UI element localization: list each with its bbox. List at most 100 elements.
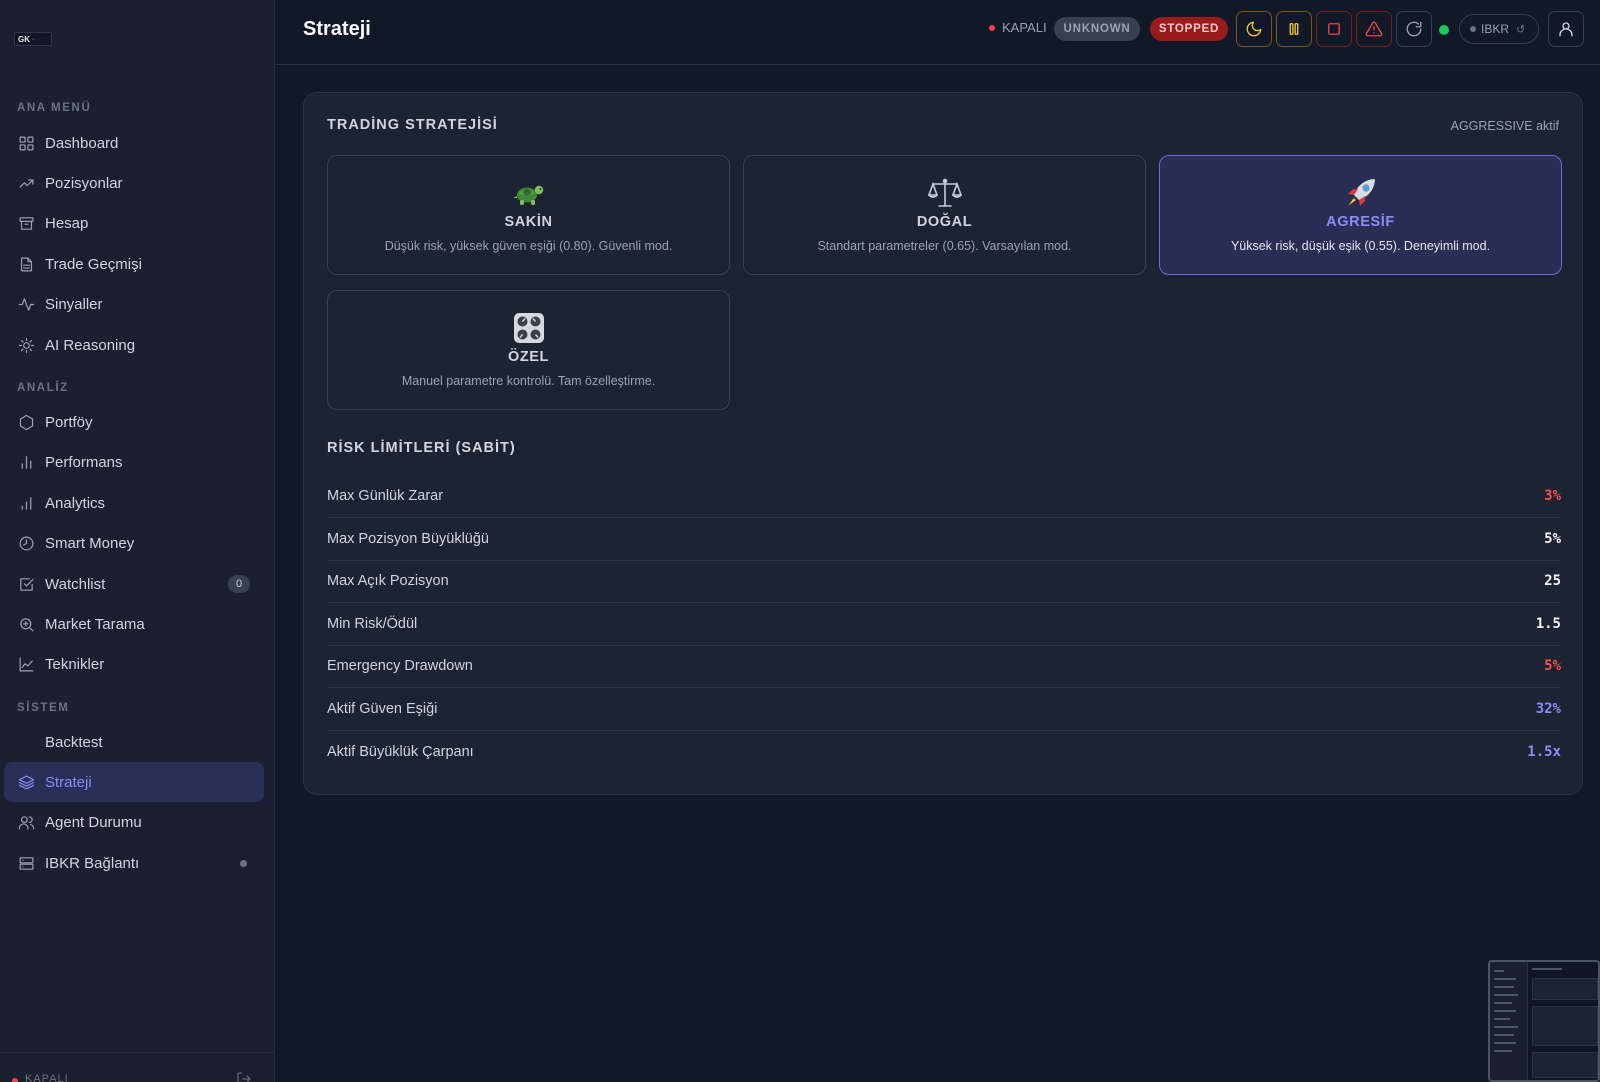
strategy-option-dogal[interactable]: DOĞAL Standart parametreler (0.65). Vars… [743,155,1146,275]
risk-row-emergency-drawdown: Emergency Drawdown 5% [327,645,1561,688]
reconnect-icon: ↺ [1516,23,1526,36]
section-label-main: ANA MENÜ [17,102,92,114]
sidebar-item-label: Dashboard [45,134,119,152]
risk-value: 1.5 [1535,616,1561,632]
connection-status: KAPALI [989,20,1047,35]
risk-value: 1.5x [1527,743,1561,760]
ibkr-status-dot [240,860,247,867]
risk-label: Emergency Drawdown [327,658,473,674]
risk-value: 5% [1544,531,1561,547]
sidebar: GK ▪▪▪ ANA MENÜ Dashboard Pozisyonlar Hes… [0,0,275,1082]
status-badge-stopped: STOPPED [1150,17,1228,41]
pause-button[interactable] [1276,11,1312,47]
sidebar-item-agent-durumu[interactable]: Agent Durumu [4,802,264,842]
sidebar-item-label: Sinyaller [45,295,103,313]
sidebar-item-ibkr-baglanti[interactable]: IBKR Bağlantı [4,843,264,883]
risk-value: 5% [1544,658,1561,674]
balance-scale-icon [744,176,1145,210]
sidebar-item-portfoy[interactable]: Portföy [4,402,264,442]
sidebar-item-smart-money[interactable]: Smart Money [4,523,264,563]
sidebar-item-label: AI Reasoning [45,336,136,354]
refresh-button[interactable] [1396,11,1432,47]
sidebar-item-pozisyonlar[interactable]: Pozisyonlar [4,163,264,203]
ibkr-connection-pill[interactable]: IBKR ↺ [1459,14,1539,44]
risk-label: Max Günlük Zarar [327,488,444,504]
sidebar-item-label: Smart Money [45,534,135,552]
strategy-description: Standart parametreler (0.65). Varsayılan… [817,239,1072,253]
risk-row-max-position-size: Max Pozisyon Büyüklüğü 5% [327,518,1561,561]
sidebar-item-ai-reasoning[interactable]: AI Reasoning [4,325,264,365]
page-title: Strateji [303,18,371,40]
archive-icon [17,214,35,232]
zoom-in-icon [17,615,35,633]
strategy-description: Yüksek risk, düşük eşik (0.55). Deneyiml… [1230,239,1491,253]
top-header: Strateji KAPALI UNKNOWN STOPPED IBKR ↺ [275,0,1600,65]
emergency-button[interactable] [1356,11,1392,47]
line-chart-icon [17,655,35,673]
sidebar-item-trade-gecmisi[interactable]: Trade Geçmişi [4,244,264,284]
sidebar-item-label: Backtest [45,733,103,751]
sidebar-item-performans[interactable]: Performans [4,442,264,482]
app-logo[interactable]: GK ▪▪▪ [14,32,52,46]
sidebar-item-label: Teknikler [45,655,105,673]
section-label-sistem: SİSTEM [17,702,70,714]
stop-button[interactable] [1316,11,1352,47]
clock-icon [17,534,35,552]
strategy-description: Düşük risk, yüksek güven eşiği (0.80). G… [384,239,673,253]
sidebar-item-label: IBKR Bağlantı [45,854,140,872]
status-dot [989,24,995,31]
connection-status-text: KAPALI [1002,20,1047,35]
sidebar-item-label: Hesap [45,214,89,232]
risk-limits-title: RİSK LİMİTLERİ (SABİT) [327,440,516,456]
ibkr-label: IBKR [1481,22,1510,36]
sidebar-item-analytics[interactable]: Analytics [4,483,264,523]
logout-icon[interactable] [236,1071,252,1082]
sun-icon [17,336,35,354]
stop-icon [1325,20,1343,38]
control-knobs-icon [328,311,729,345]
status-dot [12,1078,18,1082]
strategy-option-agresif[interactable]: AGRESİF Yüksek risk, düşük eşik (0.55). … [1159,155,1562,275]
footer-status-text: KAPALI [25,1073,69,1082]
strategy-name: AGRESİF [1326,214,1395,230]
rocket-icon [1160,176,1561,210]
trending-up-icon [17,174,35,192]
theme-toggle-button[interactable] [1236,11,1272,47]
refresh-icon [1405,20,1423,38]
sidebar-item-watchlist[interactable]: Watchlist 0 [4,564,264,604]
moon-icon [1245,20,1263,38]
sidebar-item-strateji[interactable]: Strateji [4,762,264,802]
strategy-option-ozel[interactable]: ÖZEL Manuel parametre kontrolü. Tam özel… [327,290,730,410]
sidebar-item-backtest[interactable]: Backtest [4,722,264,762]
strategy-option-sakin[interactable]: SAKİN Düşük risk, yüksek güven eşiği (0.… [327,155,730,275]
risk-label: Aktif Güven Eşiği [327,701,438,717]
sidebar-item-dashboard[interactable]: Dashboard [4,123,264,163]
risk-value: 3% [1544,488,1561,504]
risk-row-active-confidence-threshold: Aktif Güven Eşiği 32% [327,688,1561,731]
sidebar-item-sinyaller[interactable]: Sinyaller [4,284,264,324]
strategy-description: Manuel parametre kontrolü. Tam özelleşti… [401,374,656,388]
sidebar-item-label: Pozisyonlar [45,174,123,192]
strategy-name: SAKİN [504,214,553,230]
hexagon-icon [17,413,35,431]
screenshot-thumbnail[interactable] [1488,960,1600,1082]
strategy-card: TRADİNG STRATEJİSİ AGGRESSIVE aktif SAKİ… [303,92,1583,795]
sidebar-item-hesap[interactable]: Hesap [4,203,264,243]
online-indicator-dot [1439,25,1449,35]
risk-value: 25 [1544,573,1561,589]
bar-chart-2-icon [17,494,35,512]
turtle-icon [328,176,729,210]
watchlist-count-badge: 0 [228,575,250,593]
risk-label: Max Açık Pozisyon [327,573,449,589]
strategy-name: DOĞAL [916,214,973,230]
grid-icon [17,134,35,152]
server-icon [17,854,35,872]
sidebar-item-label: Market Tarama [45,615,145,633]
user-menu-button[interactable] [1548,11,1584,47]
strategy-name: ÖZEL [507,349,550,365]
sidebar-item-market-tarama[interactable]: Market Tarama [4,604,264,644]
risk-row-max-daily-loss: Max Günlük Zarar 3% [327,475,1561,518]
active-strategy-note: AGGRESSIVE aktif [1450,119,1559,133]
sidebar-item-teknikler[interactable]: Teknikler [4,644,264,684]
sidebar-item-label: Agent Durumu [45,813,142,831]
